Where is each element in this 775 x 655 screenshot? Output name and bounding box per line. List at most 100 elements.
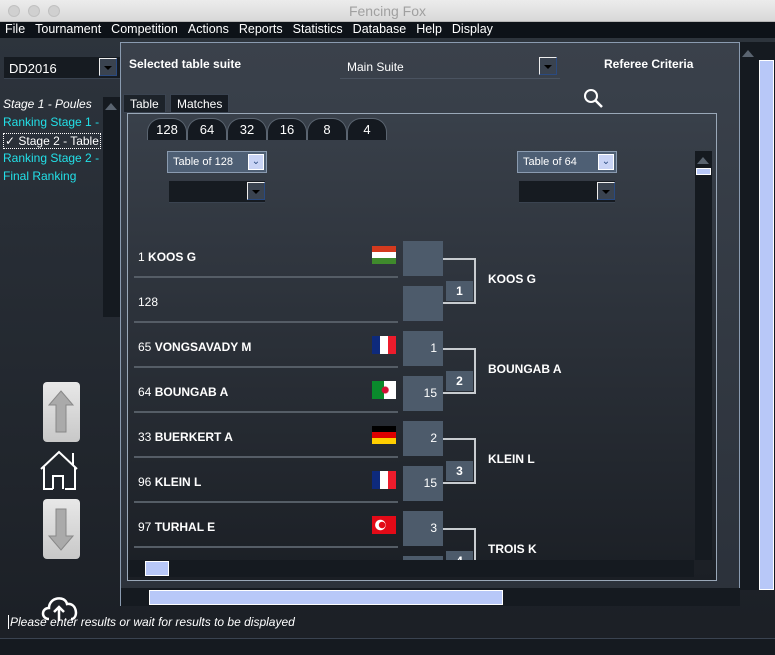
score-box[interactable]: 2 (403, 421, 443, 456)
scroll-thumb[interactable] (759, 60, 774, 590)
stage-item[interactable]: Ranking Stage 2 - (3, 151, 99, 165)
main-hscrollbar[interactable] (121, 588, 740, 606)
row-separator (134, 276, 398, 278)
bout-number[interactable]: 3 (446, 461, 473, 481)
fencer-label: TURHAL E (154, 520, 216, 534)
bout-number[interactable]: 4 (446, 551, 473, 560)
fencer-name[interactable]: 128 (138, 295, 158, 309)
round-tab-32[interactable]: 32 (227, 118, 267, 140)
right-table-value: Table of 64 (523, 156, 577, 168)
left-table-select[interactable]: Table of 128 ⌄ (167, 151, 267, 173)
menu-reports[interactable]: Reports (234, 22, 288, 38)
fencer-name[interactable]: 1 KOOS G (138, 250, 196, 264)
main-vscrollbar[interactable] (740, 42, 757, 590)
window-vscrollbar[interactable] (757, 42, 775, 590)
referee-criteria-button[interactable]: Referee Criteria (604, 57, 693, 71)
flag-algeria-icon (372, 381, 396, 399)
status-message: Please enter results or wait for results… (8, 615, 295, 629)
flag-hungary-icon (372, 246, 396, 264)
fencer-seed: 96 (138, 475, 152, 489)
bout-number[interactable]: 2 (446, 371, 473, 391)
menu-bar: File Tournament Competition Actions Reports S… (0, 22, 775, 38)
menu-tournament[interactable]: Tournament (30, 22, 106, 38)
window-title: Fencing Fox (348, 3, 427, 19)
flag-turkey-icon (372, 516, 396, 534)
search-icon[interactable] (583, 88, 605, 110)
chevron-down-icon[interactable] (539, 57, 557, 75)
fencer-seed: 128 (138, 295, 159, 309)
flag-france-icon (372, 471, 396, 489)
menu-file[interactable]: File (0, 22, 30, 38)
bout-winner: KOOS G (488, 272, 537, 286)
round-tab-16[interactable]: 16 (267, 118, 307, 140)
fencer-label: BUERKERT A (154, 430, 233, 444)
score-box[interactable]: 15 (403, 466, 443, 501)
chevron-down-icon[interactable]: ⌄ (598, 154, 614, 170)
stage-item[interactable]: Stage 1 - Poules (3, 97, 92, 111)
right-filter-select[interactable] (519, 181, 615, 203)
stage-item[interactable]: Ranking Stage 1 - (3, 115, 99, 129)
row-separator (134, 321, 398, 323)
round-tab-8[interactable]: 8 (307, 118, 347, 140)
bracket-vscrollbar[interactable] (695, 151, 712, 560)
menu-display[interactable]: Display (447, 22, 498, 38)
scroll-thumb[interactable] (149, 590, 503, 605)
title-bar: Fencing Fox (0, 0, 775, 22)
score-box[interactable]: 1 (403, 331, 443, 366)
score-box[interactable] (403, 241, 443, 276)
bottom-hscrollbar[interactable] (0, 638, 775, 655)
right-table-select[interactable]: Table of 64 ⌄ (517, 151, 617, 173)
fencer-seed: 65 (138, 340, 152, 354)
row-separator (134, 456, 398, 458)
fencer-name[interactable]: 64 BOUNGAB A (138, 385, 228, 399)
fencer-label: KOOS G (148, 250, 197, 264)
fencer-name[interactable]: 65 VONGSAVADY M (138, 340, 251, 354)
stage-item[interactable]: ✓ Stage 2 - Table (3, 133, 101, 149)
fencer-seed: 64 (138, 385, 152, 399)
round-tab-128[interactable]: 128 (147, 118, 187, 140)
row-separator (134, 366, 398, 368)
tab-table[interactable]: Table (123, 94, 166, 113)
score-box[interactable] (403, 286, 443, 321)
chevron-down-icon[interactable] (99, 58, 117, 76)
fencer-label: BOUNGAB A (154, 385, 229, 399)
fencer-seed: 33 (138, 430, 152, 444)
scroll-thumb[interactable] (696, 168, 711, 175)
fencer-name[interactable]: 33 BUERKERT A (138, 430, 233, 444)
chevron-down-icon[interactable]: ⌄ (248, 154, 264, 170)
chevron-down-icon[interactable] (247, 182, 265, 200)
bracket-hscrollbar[interactable] (128, 560, 694, 577)
scroll-up-icon (697, 151, 709, 164)
round-tab-4[interactable]: 4 (347, 118, 387, 140)
tab-matches[interactable]: Matches (170, 94, 230, 113)
fencer-label: KLEIN L (154, 475, 202, 489)
suite-select[interactable]: Main Suite (340, 57, 560, 79)
row-separator (134, 501, 398, 503)
bout-winner: TROIS K (488, 542, 537, 556)
fencer-seed: 1 (138, 250, 145, 264)
menu-actions[interactable]: Actions (183, 22, 234, 38)
menu-help[interactable]: Help (411, 22, 447, 38)
menu-database[interactable]: Database (348, 22, 412, 38)
flag-france-icon (372, 336, 396, 354)
bout-number[interactable]: 1 (446, 281, 473, 301)
suite-value: Main Suite (347, 60, 404, 74)
score-box[interactable]: 15 (403, 376, 443, 411)
row-separator (134, 411, 398, 413)
fencer-name[interactable]: 97 TURHAL E (138, 520, 215, 534)
left-table-value: Table of 128 (173, 156, 233, 168)
scroll-up-icon (742, 44, 754, 57)
round-tab-64[interactable]: 64 (187, 118, 227, 140)
score-box[interactable]: 3 (403, 511, 443, 546)
menu-statistics[interactable]: Statistics (288, 22, 348, 38)
scroll-thumb[interactable] (145, 561, 169, 576)
menu-competition[interactable]: Competition (106, 22, 183, 38)
chevron-down-icon[interactable] (597, 182, 615, 200)
competition-value: DD2016 (9, 61, 57, 76)
competition-select[interactable]: DD2016 (4, 57, 120, 79)
bout-winner: KLEIN L (488, 452, 535, 466)
scroll-up-icon[interactable] (105, 97, 117, 110)
left-filter-select[interactable] (169, 181, 265, 203)
stage-item[interactable]: Final Ranking (3, 169, 76, 183)
fencer-name[interactable]: 96 KLEIN L (138, 475, 201, 489)
